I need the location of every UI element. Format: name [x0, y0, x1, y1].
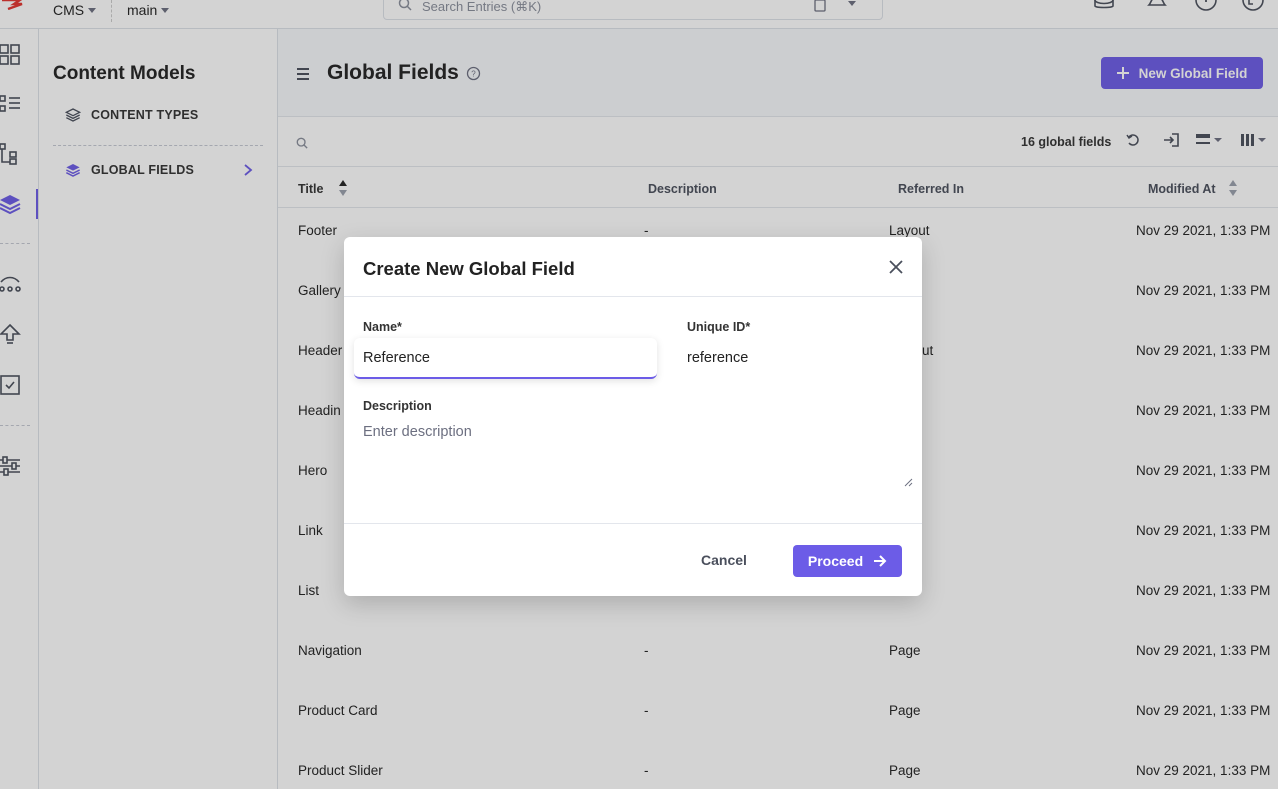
resize-handle-icon[interactable]	[903, 477, 913, 487]
create-global-field-modal: Create New Global Field Name* Unique ID*…	[344, 237, 922, 596]
close-icon[interactable]	[889, 260, 903, 274]
unique-id-label: Unique ID*	[687, 320, 751, 334]
cancel-button[interactable]: Cancel	[701, 552, 747, 568]
name-field[interactable]	[354, 338, 657, 379]
modal-header: Create New Global Field	[344, 237, 922, 297]
proceed-label: Proceed	[807, 553, 864, 569]
proceed-button[interactable]: Proceed	[793, 545, 902, 577]
name-label: Name*	[363, 320, 402, 334]
modal-footer: Cancel Proceed	[344, 523, 922, 596]
unique-id-field[interactable]: reference	[687, 350, 748, 366]
modal-title: Create New Global Field	[363, 258, 575, 279]
arrow-right-icon	[874, 555, 887, 567]
description-field[interactable]	[354, 420, 912, 486]
description-label: Description	[363, 399, 432, 413]
